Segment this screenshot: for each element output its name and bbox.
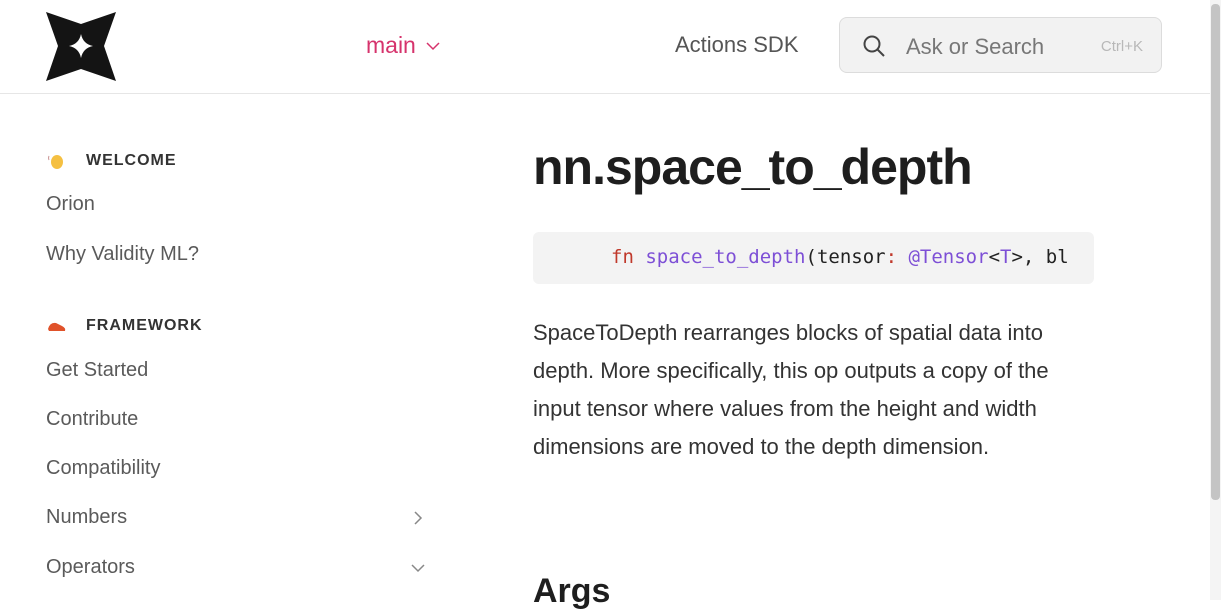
sidebar-item-operators[interactable]: Operators <box>46 556 135 579</box>
code-colon: : <box>885 246 898 268</box>
description-paragraph: SpaceToDepth rearranges blocks of spatia… <box>533 320 1049 459</box>
sidebar-item-why-validity[interactable]: Why Validity ML? <box>46 243 199 266</box>
code-type: @Tensor <box>908 246 989 268</box>
scrollbar-thumb[interactable] <box>1211 4 1220 500</box>
shoe-icon <box>48 322 66 331</box>
page-title: nn.space_to_depth <box>533 139 973 195</box>
sidebar-item-compatibility[interactable]: Compatibility <box>46 457 160 480</box>
top-header: main Actions SDK Ask or Search Ctrl+K <box>0 0 1210 94</box>
code-function-name: space_to_depth <box>645 246 806 268</box>
search-box[interactable]: Ask or Search Ctrl+K <box>839 17 1162 73</box>
chevron-down-icon[interactable] <box>410 560 426 576</box>
site-logo[interactable] <box>46 12 116 81</box>
section-title: WELCOME <box>86 152 177 169</box>
code-line: fn space_to_depth(tensor: @Tensor<T>, bl <box>611 246 1069 268</box>
chevron-down-icon <box>426 41 440 50</box>
search-icon <box>863 35 885 57</box>
section-title: FRAMEWORK <box>86 317 203 334</box>
search-shortcut: Ctrl+K <box>1100 38 1143 55</box>
branch-selector[interactable]: main <box>366 32 440 59</box>
code-params: (tensor <box>805 246 886 268</box>
args-heading: Args <box>533 572 611 610</box>
branch-label: main <box>366 32 416 58</box>
section-welcome: WELCOME <box>46 152 177 170</box>
section-framework: FRAMEWORK <box>46 317 203 335</box>
sidebar-item-orion[interactable]: Orion <box>46 193 95 216</box>
code-signature: fn space_to_depth(tensor: @Tensor<T>, bl <box>533 232 1094 284</box>
main-content: nn.space_to_depth fn space_to_depth(tens… <box>533 94 1103 610</box>
page-scrollbar[interactable] <box>1210 0 1221 600</box>
code-rest: >, bl <box>1011 246 1069 268</box>
chevron-right-icon[interactable] <box>410 510 426 526</box>
sidebar-item-numbers[interactable]: Numbers <box>46 506 127 529</box>
code-type-param: T <box>1000 246 1012 268</box>
waving-hand-icon <box>48 155 63 169</box>
sidebar-item-contribute[interactable]: Contribute <box>46 408 138 431</box>
sidebar-item-get-started[interactable]: Get Started <box>46 359 148 382</box>
sidebar: WELCOME Orion Why Validity ML? FRAMEWORK… <box>0 94 450 600</box>
search-placeholder: Ask or Search <box>906 34 1045 59</box>
code-lt: < <box>988 246 1001 268</box>
actions-sdk-link[interactable]: Actions SDK <box>675 32 799 58</box>
code-keyword: fn <box>611 246 634 268</box>
